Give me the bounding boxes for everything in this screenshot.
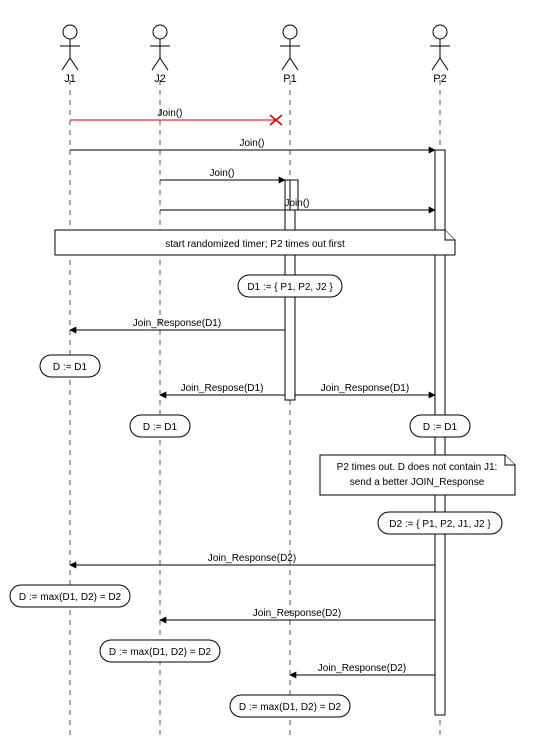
- note-text: D2 := { P1, P2, J1, J2 }: [389, 519, 491, 530]
- msg-join-j1-p1-lost: Join(): [70, 108, 282, 125]
- msg-label: Join_Response(D1): [133, 318, 221, 329]
- actor-label-p1: P1: [283, 73, 296, 85]
- msg-label: Join_Respose(D1): [181, 383, 264, 394]
- msg-label: Join(): [157, 108, 182, 119]
- actor-label-j2: J2: [154, 73, 166, 85]
- note-p2-timeout: P2 times out. D does not contain J1: sen…: [320, 455, 515, 495]
- msg-jr-p1-j1: Join_Response(D1): [70, 318, 285, 330]
- note-d2-def: D2 := { P1, P2, J1, J2 }: [378, 512, 502, 534]
- note-d-max-p1: D := max(D1, D2) = D2: [230, 695, 350, 717]
- note-text-l1: P2 times out. D does not contain J1:: [337, 462, 498, 473]
- actor-j2: J2: [150, 25, 170, 85]
- msg-label: Join_Response(D1): [321, 383, 409, 394]
- msg-label: Join(): [209, 168, 234, 179]
- msg-label: Join(): [284, 198, 309, 209]
- actor-p1: P1: [280, 25, 300, 85]
- note-d-eq-d1-p2: D := D1: [410, 415, 470, 437]
- note-text: D := max(D1, D2) = D2: [239, 702, 342, 713]
- note-d1-def: D1 := { P1, P2, J2 }: [238, 275, 342, 297]
- note-text-l2: send a better JOIN_Response: [350, 477, 485, 488]
- actor-label-j1: J1: [64, 73, 76, 85]
- actor-p2: P2: [430, 25, 450, 85]
- note-d-eq-d1-j2: D := D1: [130, 415, 190, 437]
- note-text: D := D1: [143, 422, 178, 433]
- msg-label: Join_Response(D2): [318, 663, 406, 674]
- sequence-diagram: J1 J2 P1 P2 Join() Join(): [0, 0, 534, 755]
- note-d-eq-d1-j1: D := D1: [40, 355, 100, 377]
- msg-label: Join(): [239, 138, 264, 149]
- msg-label: Join_Response(D2): [208, 553, 296, 564]
- note-text: D := D1: [423, 422, 458, 433]
- note-text: D := max(D1, D2) = D2: [19, 592, 122, 603]
- msg-join-j2-p1: Join(): [160, 168, 285, 180]
- msg-jr-p2-j1: Join_Response(D2): [70, 553, 435, 565]
- note-timer: start randomized timer; P2 times out fir…: [55, 230, 455, 255]
- note-text: start randomized timer; P2 times out fir…: [165, 239, 345, 250]
- note-d-max-j2: D := max(D1, D2) = D2: [100, 640, 220, 662]
- note-text: D := max(D1, D2) = D2: [109, 647, 212, 658]
- msg-jr-p1-j2: Join_Respose(D1): [160, 383, 285, 395]
- note-text: D1 := { P1, P2, J2 }: [247, 282, 333, 293]
- msg-jr-p2-j2: Join_Response(D2): [160, 608, 435, 620]
- msg-join-j2-p2: Join(): [160, 198, 435, 210]
- msg-join-j1-p2: Join(): [70, 138, 435, 150]
- actor-j1: J1: [60, 25, 80, 85]
- note-d-max-j1: D := max(D1, D2) = D2: [10, 585, 130, 607]
- actor-label-p2: P2: [433, 73, 446, 85]
- msg-jr-p1-p2: Join_Response(D1): [295, 383, 435, 395]
- note-text: D := D1: [53, 362, 88, 373]
- msg-jr-p2-p1: Join_Response(D2): [290, 663, 435, 675]
- msg-label: Join_Response(D2): [253, 608, 341, 619]
